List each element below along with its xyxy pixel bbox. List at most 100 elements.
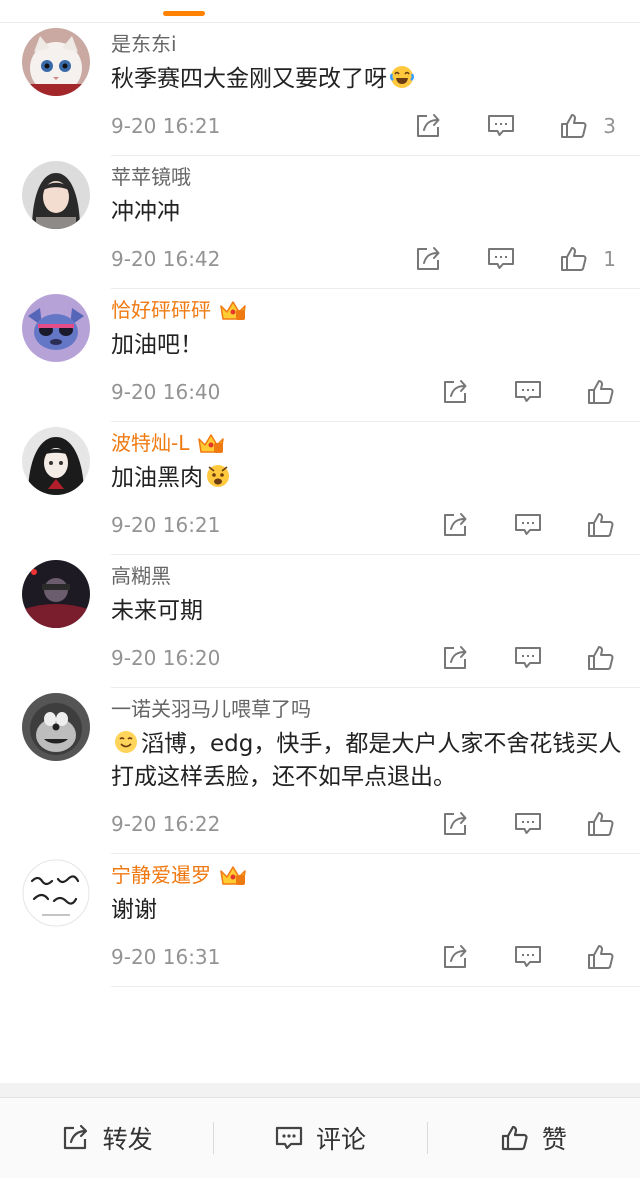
comment-like-button[interactable]: 1 bbox=[559, 244, 616, 274]
author-name: 宁静爱暹罗 bbox=[111, 863, 211, 887]
comment-reply-button[interactable] bbox=[514, 643, 542, 673]
repost-button[interactable]: 转发 bbox=[0, 1098, 213, 1178]
comment-icon bbox=[515, 514, 541, 535]
repost-label: 转发 bbox=[102, 1125, 153, 1154]
author-name: 恰好砰砰砰 bbox=[111, 298, 211, 322]
comment-button[interactable]: 评论 bbox=[213, 1098, 426, 1178]
comment-text: 加油吧！ bbox=[111, 329, 628, 362]
comment-reply-button[interactable] bbox=[514, 809, 542, 839]
comment-author[interactable]: 高糊黑 bbox=[111, 555, 628, 588]
comment-item: 宁静爱暹罗 谢谢 9-20 16:31 bbox=[0, 854, 640, 987]
comment-reply-button[interactable] bbox=[487, 111, 515, 141]
comment-text: 冲冲冲 bbox=[111, 196, 628, 229]
comment-like-button[interactable] bbox=[586, 942, 616, 972]
comment-text-content: 滔博，edg，快手，都是大户人家不舍花钱买人打成这样丢脸，还不如早点退出。 bbox=[111, 731, 622, 790]
comment-meta: 9-20 16:22 bbox=[111, 809, 628, 839]
like-icon bbox=[588, 945, 614, 969]
like-count: 1 bbox=[603, 247, 616, 271]
comment-text-content: 冲冲冲 bbox=[111, 199, 180, 225]
comment-like-button[interactable] bbox=[586, 377, 616, 407]
avatar[interactable] bbox=[22, 693, 90, 761]
comment-text: 谢谢 bbox=[111, 894, 628, 927]
comment-reply-button[interactable] bbox=[514, 942, 542, 972]
comment-meta: 9-20 16:40 bbox=[111, 377, 628, 407]
comment-divider bbox=[111, 986, 640, 987]
avatar[interactable] bbox=[22, 427, 90, 495]
like-icon bbox=[588, 646, 614, 670]
smile-emoji-icon bbox=[115, 731, 137, 753]
comment-like-button[interactable] bbox=[586, 643, 616, 673]
comment-author[interactable]: 宁静爱暹罗 bbox=[111, 854, 628, 887]
comment-label: 评论 bbox=[315, 1125, 366, 1154]
comment-like-button[interactable]: 3 bbox=[559, 111, 616, 141]
like-icon bbox=[501, 1125, 528, 1151]
repost-icon bbox=[444, 945, 467, 968]
author-name: 苹苹镜哦 bbox=[111, 165, 191, 189]
comment-time: 9-20 16:40 bbox=[111, 380, 221, 404]
author-name: 高糊黑 bbox=[111, 564, 171, 588]
comment-item: 苹苹镜哦 冲冲冲 9-20 16:42 1 bbox=[0, 156, 640, 289]
comment-repost-button[interactable] bbox=[442, 510, 470, 540]
comment-icon bbox=[515, 946, 541, 967]
comment-text-content: 秋季赛四大金刚又要改了呀 bbox=[111, 66, 387, 92]
comment-repost-button[interactable] bbox=[415, 111, 443, 141]
comment-repost-button[interactable] bbox=[442, 942, 470, 972]
comment-icon bbox=[515, 647, 541, 668]
comment-reply-button[interactable] bbox=[487, 244, 515, 274]
comment-actions bbox=[442, 643, 616, 673]
repost-icon bbox=[417, 247, 440, 270]
comment-like-button[interactable] bbox=[586, 510, 616, 540]
comment-like-button[interactable] bbox=[586, 809, 616, 839]
laughing-tears-emoji-icon bbox=[390, 66, 414, 88]
comment-item: 是东东i 秋季赛四大金刚又要改了呀 9-20 16:21 3 bbox=[0, 23, 640, 156]
comment-icon bbox=[515, 813, 541, 834]
avatar[interactable] bbox=[22, 294, 90, 362]
comment-text-content: 加油黑肉 bbox=[111, 465, 203, 491]
avatar[interactable] bbox=[22, 859, 90, 927]
comment-repost-button[interactable] bbox=[415, 244, 443, 274]
scared-emoji-icon bbox=[207, 465, 229, 487]
comment-author[interactable]: 苹苹镜哦 bbox=[111, 156, 628, 189]
comment-text-content: 加油吧！ bbox=[111, 332, 203, 358]
comment-author[interactable]: 波特灿-L bbox=[111, 422, 628, 455]
comment-text-content: 未来可期 bbox=[111, 598, 203, 624]
comment-repost-button[interactable] bbox=[442, 377, 470, 407]
comment-icon bbox=[275, 1126, 303, 1150]
comment-reply-button[interactable] bbox=[514, 510, 542, 540]
comment-time: 9-20 16:22 bbox=[111, 812, 221, 836]
comment-text-content: 谢谢 bbox=[111, 897, 157, 923]
comment-time: 9-20 16:20 bbox=[111, 646, 221, 670]
author-name: 一诺关羽马儿喂草了吗 bbox=[111, 697, 311, 721]
comment-author[interactable]: 一诺关羽马儿喂草了吗 bbox=[111, 688, 628, 721]
comment-text: 滔博，edg，快手，都是大户人家不舍花钱买人打成这样丢脸，还不如早点退出。 bbox=[111, 728, 628, 794]
comment-actions bbox=[442, 809, 616, 839]
repost-icon bbox=[63, 1124, 87, 1150]
author-name: 是东东i bbox=[111, 32, 177, 56]
comment-item: 一诺关羽马儿喂草了吗 滔博，edg，快手，都是大户人家不舍花钱买人打成这样丢脸，… bbox=[0, 688, 640, 854]
like-button[interactable]: 赞 bbox=[426, 1098, 640, 1178]
avatar[interactable] bbox=[22, 560, 90, 628]
repost-icon bbox=[444, 513, 467, 536]
comment-time: 9-20 16:21 bbox=[111, 513, 221, 537]
vip-crown-icon bbox=[220, 301, 246, 320]
avatar[interactable] bbox=[22, 161, 90, 229]
like-icon bbox=[561, 114, 587, 138]
repost-icon bbox=[444, 380, 467, 403]
comment-actions: 3 bbox=[415, 111, 616, 141]
comment-repost-button[interactable] bbox=[442, 643, 470, 673]
like-icon bbox=[588, 380, 614, 404]
comment-reply-button[interactable] bbox=[514, 377, 542, 407]
comment-meta: 9-20 16:31 bbox=[111, 942, 628, 972]
repost-icon bbox=[444, 812, 467, 835]
avatar[interactable] bbox=[22, 28, 90, 96]
comment-author[interactable]: 是东东i bbox=[111, 23, 628, 56]
comment-time: 9-20 16:42 bbox=[111, 247, 221, 271]
comment-meta: 9-20 16:42 1 bbox=[111, 244, 628, 274]
comment-actions bbox=[442, 942, 616, 972]
like-count: 3 bbox=[603, 114, 616, 138]
comment-author[interactable]: 恰好砰砰砰 bbox=[111, 289, 628, 322]
tab-indicator bbox=[163, 11, 205, 16]
section-gap bbox=[0, 1083, 640, 1097]
comment-text: 秋季赛四大金刚又要改了呀 bbox=[111, 63, 628, 96]
comment-repost-button[interactable] bbox=[442, 809, 470, 839]
